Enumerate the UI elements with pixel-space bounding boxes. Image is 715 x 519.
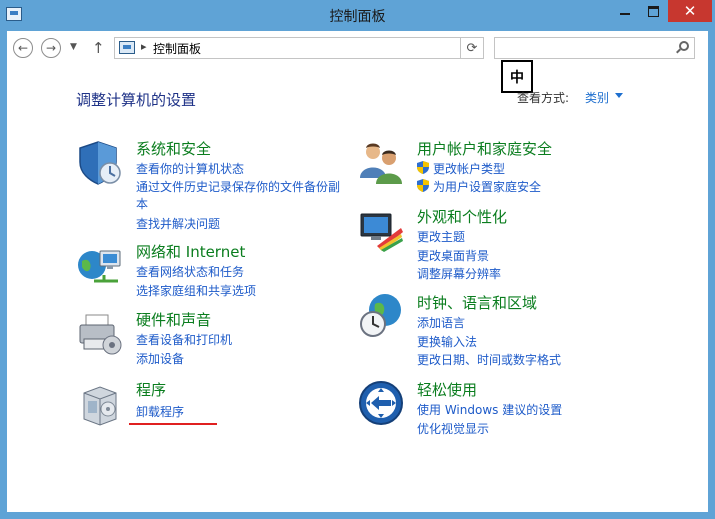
user-accounts-icon[interactable] xyxy=(357,138,405,186)
category-title[interactable]: 外观和个性化 xyxy=(417,206,507,227)
category-system-security: 系统和安全 查看你的计算机状态 通过文件历史记录保存你的文件备份副 本 查找并解… xyxy=(76,138,356,233)
link-adjust-resolution[interactable]: 调整屏幕分辨率 xyxy=(417,265,501,282)
link-network-status[interactable]: 查看网络状态和任务 xyxy=(136,263,244,280)
link-homegroup-sharing[interactable]: 选择家庭组和共享选项 xyxy=(136,282,256,299)
category-title[interactable]: 用户帐户和家庭安全 xyxy=(417,138,552,159)
page-heading: 调整计算机的设置 xyxy=(76,91,197,109)
link-change-input-method[interactable]: 更换输入法 xyxy=(417,333,477,350)
link-uninstall-program[interactable]: 卸载程序 xyxy=(136,403,184,420)
appearance-monitor-icon[interactable] xyxy=(357,206,405,254)
maximize-icon xyxy=(647,5,659,17)
link-devices-printers[interactable]: 查看设备和打印机 xyxy=(136,331,232,348)
view-by-label: 查看方式: xyxy=(517,91,570,105)
category-ease-of-access: 轻松使用 使用 Windows 建议的设置 优化视觉显示 xyxy=(357,379,687,439)
category-title[interactable]: 系统和安全 xyxy=(136,138,211,159)
link-optimize-visual-display[interactable]: 优化视觉显示 xyxy=(417,420,489,437)
link-change-account-type[interactable]: 更改帐户类型 xyxy=(433,160,505,177)
uac-shield-icon xyxy=(417,161,429,174)
refresh-button[interactable]: ⟳ xyxy=(460,38,483,58)
search-input[interactable] xyxy=(494,37,695,59)
category-title[interactable]: 网络和 Internet xyxy=(136,241,245,262)
link-change-theme[interactable]: 更改主题 xyxy=(417,228,465,245)
link-file-history-backup-continued[interactable]: 本 xyxy=(136,195,148,212)
category-appearance-personalization: 外观和个性化 更改主题 更改桌面背景 调整屏幕分辨率 xyxy=(357,206,687,281)
close-button[interactable]: ✕ xyxy=(668,0,712,22)
breadcrumb-control-panel[interactable]: 控制面板 xyxy=(153,40,201,57)
maximize-button[interactable] xyxy=(640,0,666,22)
navigation-bar: ← → ▼ ↑ ▸ 控制面板 ⟳ xyxy=(7,31,708,67)
category-title[interactable]: 硬件和声音 xyxy=(136,309,211,330)
search-icon[interactable] xyxy=(679,41,689,51)
minimize-icon xyxy=(620,13,630,15)
shield-security-icon[interactable] xyxy=(76,138,124,186)
chevron-down-icon[interactable] xyxy=(615,93,623,98)
view-by-dropdown[interactable]: 类别 xyxy=(585,89,609,106)
category-clock-language-region: 时钟、语言和区域 添加语言 更换输入法 更改日期、时间或数字格式 xyxy=(357,292,687,367)
refresh-icon: ⟳ xyxy=(466,40,478,56)
category-title[interactable]: 轻松使用 xyxy=(417,379,477,400)
link-recommended-settings[interactable]: 使用 Windows 建议的设置 xyxy=(417,401,562,418)
forward-button[interactable]: → xyxy=(41,38,61,58)
link-check-computer-status[interactable]: 查看你的计算机状态 xyxy=(136,160,244,177)
control-panel-address-icon xyxy=(119,41,135,54)
forward-arrow-icon: → xyxy=(45,41,57,55)
close-icon: ✕ xyxy=(683,2,697,20)
category-hardware-sound: 硬件和声音 查看设备和打印机 添加设备 xyxy=(76,309,356,369)
link-troubleshoot[interactable]: 查找并解决问题 xyxy=(136,215,220,232)
up-arrow-icon[interactable]: ↑ xyxy=(92,39,105,57)
link-add-device[interactable]: 添加设备 xyxy=(136,350,184,367)
category-network-internet: 网络和 Internet 查看网络状态和任务 选择家庭组和共享选项 xyxy=(76,241,356,301)
uac-shield-icon xyxy=(417,179,429,192)
address-bar[interactable]: ▸ 控制面板 ⟳ xyxy=(114,37,484,59)
breadcrumb-separator-icon[interactable]: ▸ xyxy=(141,40,147,53)
recent-locations-dropdown-icon[interactable]: ▼ xyxy=(70,42,77,52)
minimize-button[interactable] xyxy=(612,0,638,22)
back-arrow-icon: ← xyxy=(17,41,29,55)
ease-of-access-icon[interactable] xyxy=(357,379,405,427)
clock-globe-icon[interactable] xyxy=(357,292,405,340)
link-family-safety[interactable]: 为用户设置家庭安全 xyxy=(433,178,541,195)
control-panel-window: 控制面板 ✕ ← → ▼ ↑ ▸ 控制面板 ⟳ 中 调整计算机的设置 查看方式:… xyxy=(0,0,715,519)
red-annotation-underline xyxy=(129,423,217,425)
title-bar[interactable]: 控制面板 ✕ xyxy=(0,0,715,31)
category-user-accounts: 用户帐户和家庭安全 更改帐户类型 为用户设置家庭安全 xyxy=(357,138,687,198)
category-title[interactable]: 时钟、语言和区域 xyxy=(417,292,537,313)
network-globe-icon[interactable] xyxy=(76,241,124,289)
programs-box-icon[interactable] xyxy=(76,379,124,427)
link-file-history-backup[interactable]: 通过文件历史记录保存你的文件备份副 xyxy=(136,178,340,195)
link-change-desktop-background[interactable]: 更改桌面背景 xyxy=(417,247,489,264)
printer-icon[interactable] xyxy=(76,309,124,357)
category-programs: 程序 卸载程序 xyxy=(76,379,356,427)
category-title[interactable]: 程序 xyxy=(136,379,166,400)
back-button[interactable]: ← xyxy=(13,38,33,58)
client-area: ← → ▼ ↑ ▸ 控制面板 ⟳ 中 调整计算机的设置 查看方式: 类别 系统和… xyxy=(7,31,708,512)
link-add-language[interactable]: 添加语言 xyxy=(417,314,465,331)
window-title: 控制面板 xyxy=(329,9,386,25)
link-change-date-time-format[interactable]: 更改日期、时间或数字格式 xyxy=(417,351,561,368)
